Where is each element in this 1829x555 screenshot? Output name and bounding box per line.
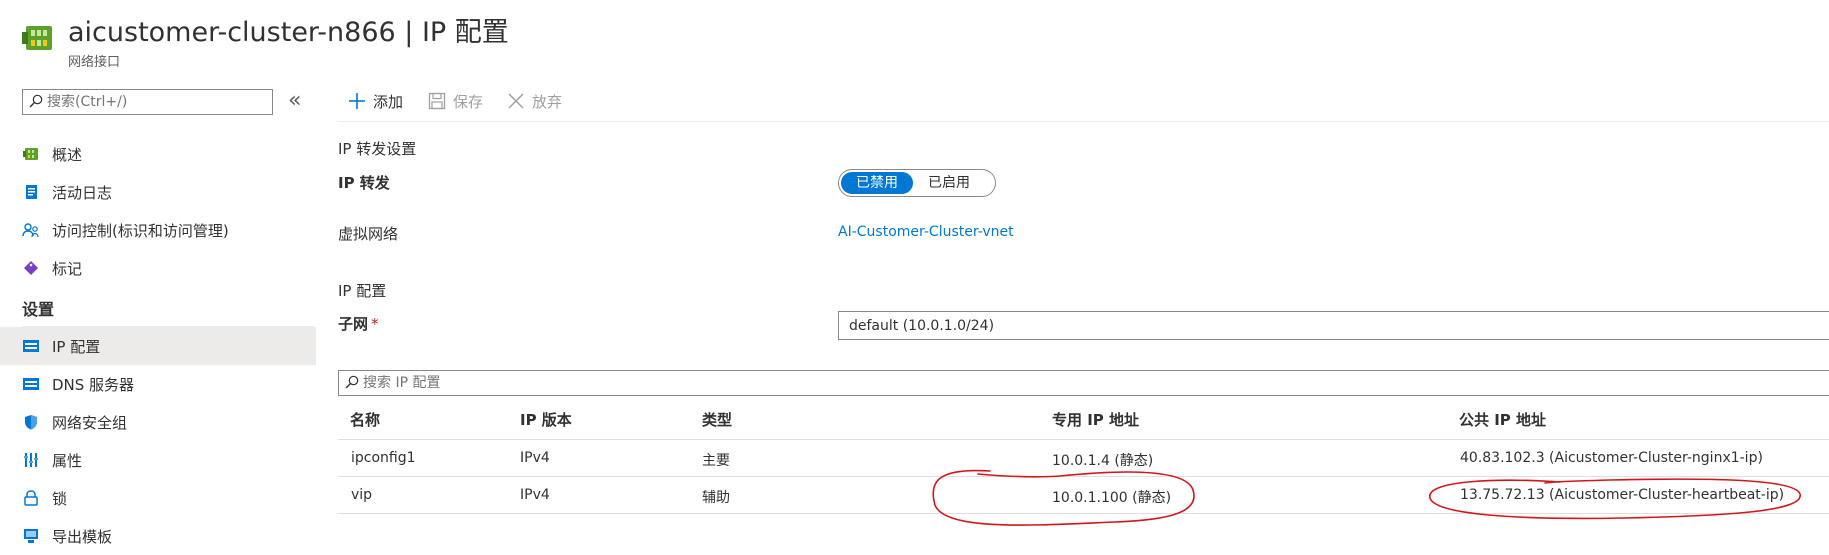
toolbar-divider <box>338 121 1829 122</box>
sidebar-item-label: 访问控制(标识和访问管理) <box>52 221 229 240</box>
sidebar-item-network-security-group[interactable]: 网络安全组 <box>0 403 316 441</box>
lock-icon <box>22 489 40 507</box>
add-label: 添加 <box>373 92 404 111</box>
overview-icon <box>22 145 40 163</box>
virtual-network-link[interactable]: AI-Customer-Cluster-vnet <box>838 224 1014 240</box>
table-row-divider <box>338 513 1829 514</box>
sidebar-item-export-template[interactable]: 导出模板 <box>0 517 316 555</box>
cell-ip-version: IPv4 <box>520 487 550 503</box>
sidebar-item-ip-config[interactable]: IP 配置 <box>0 327 316 365</box>
sidebar-item-label: IP 配置 <box>52 337 101 356</box>
activity-log-icon <box>22 183 40 201</box>
sidebar-item-activity-log[interactable]: 活动日志 <box>0 173 316 211</box>
sidebar-item-label: 活动日志 <box>52 183 113 202</box>
sidebar-item-label: DNS 服务器 <box>52 375 135 394</box>
cell-private-ip: 10.0.1.100 (静态) <box>1052 490 1172 506</box>
page-title: aicustomer-cluster-n866 | IP 配置 <box>68 17 509 48</box>
subnet-select-value: default (10.0.1.0/24) <box>849 317 995 334</box>
ip-config-search-input[interactable] <box>359 375 963 391</box>
page-subtitle: 网络接口 <box>68 55 121 70</box>
sidebar-item-locks[interactable]: 锁 <box>0 479 316 517</box>
ip-config-search[interactable] <box>338 370 1829 396</box>
save-icon <box>428 92 446 110</box>
sidebar-item-overview[interactable]: 概述 <box>0 135 316 173</box>
cell-ip-version: IPv4 <box>520 450 550 466</box>
sidebar-item-dns-servers[interactable]: DNS 服务器 <box>0 365 316 403</box>
ip-forwarding-toggle[interactable]: 已禁用 已启用 <box>838 169 996 197</box>
cell-public-ip: 40.83.102.3 (Aicustomer-Cluster-nginx1-i… <box>1460 450 1763 466</box>
sidebar-item-tags[interactable]: 标记 <box>0 249 316 287</box>
cell-private-ip: 10.0.1.4 (静态) <box>1052 453 1154 469</box>
tag-icon <box>22 259 40 277</box>
sidebar-item-properties[interactable]: 属性 <box>0 441 316 479</box>
sidebar-item-label: 标记 <box>52 259 83 278</box>
sidebar-item-label: 锁 <box>52 489 68 508</box>
ip-forwarding-section-title: IP 转发设置 <box>338 140 417 158</box>
add-icon <box>348 92 366 110</box>
sidebar-item-label: 概述 <box>52 145 83 164</box>
close-icon <box>507 92 525 110</box>
save-button[interactable]: 保存 <box>428 88 483 114</box>
ip-config-icon <box>22 337 40 355</box>
table-row-divider <box>338 476 1829 477</box>
column-header-public-ip[interactable]: 公共 IP 地址 <box>1459 409 1546 430</box>
cell-public-ip: 13.75.72.13 (Aicustomer-Cluster-heartbea… <box>1460 487 1785 503</box>
sidebar-item-label: 导出模板 <box>52 527 113 546</box>
export-template-icon <box>22 527 40 545</box>
search-icon <box>345 374 359 393</box>
sidebar-search-input[interactable] <box>43 94 267 110</box>
column-header-private-ip[interactable]: 专用 IP 地址 <box>1052 409 1139 430</box>
security-group-icon <box>22 413 40 431</box>
column-header-ip-version[interactable]: IP 版本 <box>520 409 572 430</box>
toggle-option-enabled[interactable]: 已启用 <box>913 172 985 194</box>
subnet-label: 子网 * <box>338 313 379 334</box>
table-header-divider <box>338 439 1829 440</box>
cell-name[interactable]: ipconfig1 <box>351 450 416 466</box>
collapse-sidebar-button[interactable]: « <box>288 88 301 114</box>
ip-config-section-title: IP 配置 <box>338 282 387 300</box>
sidebar-search[interactable] <box>22 89 273 115</box>
cell-name[interactable]: vip <box>351 487 372 503</box>
sidebar-item-label: 属性 <box>52 451 83 470</box>
sidebar-item-access-control[interactable]: 访问控制(标识和访问管理) <box>0 211 316 249</box>
discard-label: 放弃 <box>532 92 563 111</box>
subnet-label-text: 子网 <box>338 315 369 333</box>
virtual-network-label: 虚拟网络 <box>338 225 399 243</box>
subnet-select[interactable]: default (10.0.1.0/24) <box>838 311 1829 340</box>
ip-forwarding-label: IP 转发 <box>338 174 390 192</box>
sidebar-item-label: 网络安全组 <box>52 413 128 432</box>
dns-server-icon <box>22 375 40 393</box>
access-control-icon <box>22 221 40 239</box>
save-label: 保存 <box>453 92 484 111</box>
cell-type: 主要 <box>702 453 730 469</box>
add-button[interactable]: 添加 <box>348 88 403 114</box>
column-header-type[interactable]: 类型 <box>702 409 732 430</box>
discard-button[interactable]: 放弃 <box>507 88 562 114</box>
search-icon <box>29 93 43 112</box>
column-header-name[interactable]: 名称 <box>350 409 380 430</box>
cell-type: 辅助 <box>702 490 730 506</box>
toggle-option-disabled[interactable]: 已禁用 <box>841 172 913 194</box>
required-asterisk: * <box>371 315 379 333</box>
settings-section-heading: 设置 <box>22 300 55 319</box>
network-interface-icon <box>22 22 54 54</box>
properties-icon <box>22 451 40 469</box>
